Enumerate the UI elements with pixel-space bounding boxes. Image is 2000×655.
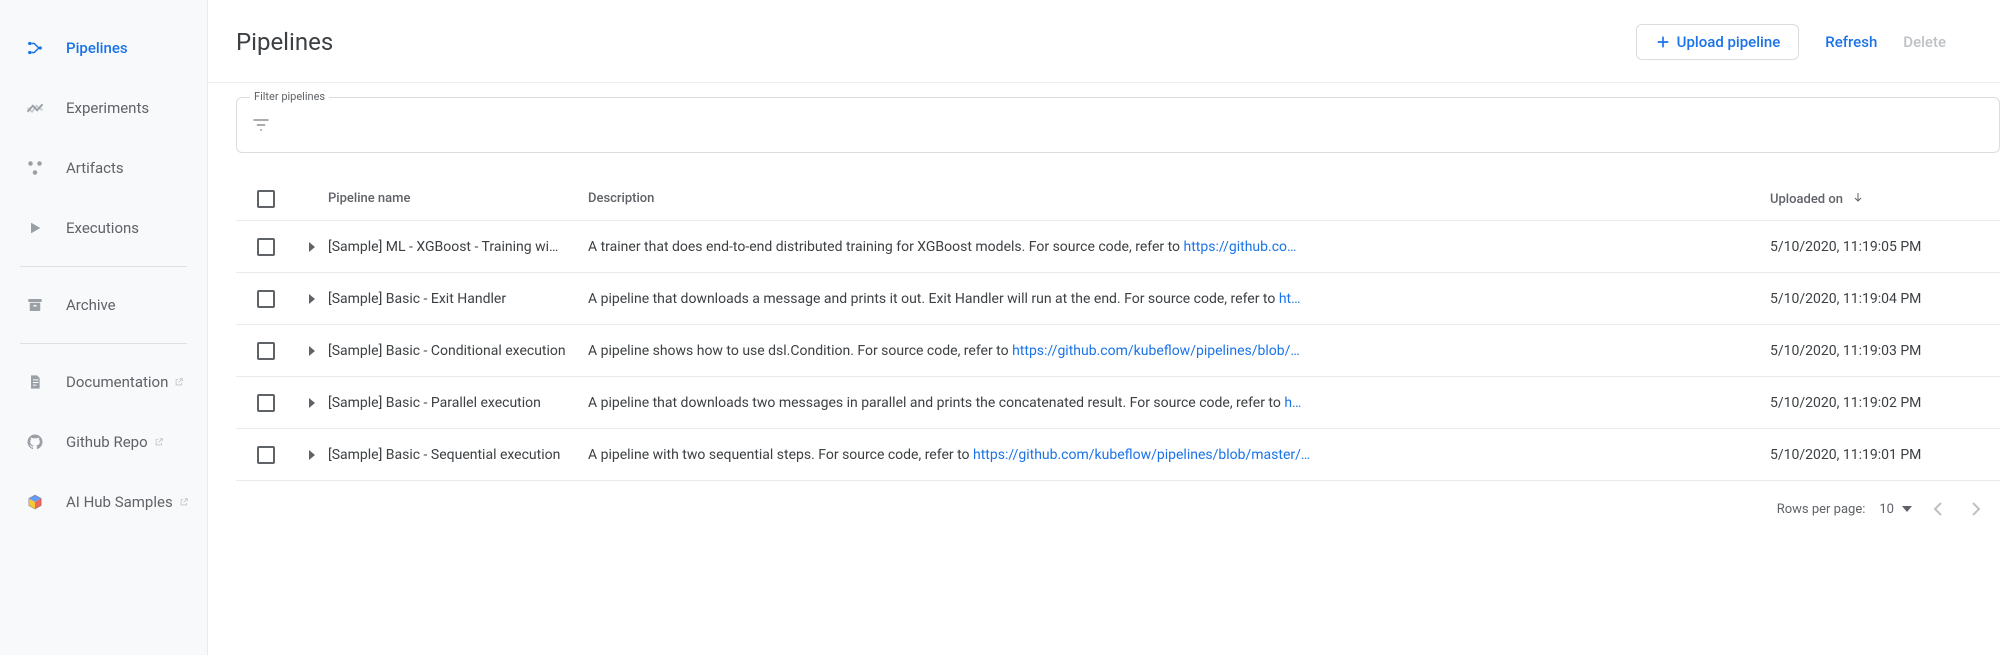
- source-link[interactable]: https://github.com/kubeflow/pipelines/bl…: [1012, 343, 1300, 359]
- sidebar-item-artifacts[interactable]: Artifacts: [0, 138, 207, 198]
- column-description[interactable]: Description: [588, 191, 1770, 206]
- pipeline-description: A pipeline shows how to use dsl.Conditio…: [588, 343, 1770, 359]
- sidebar-item-label: Archive: [66, 296, 116, 314]
- rows-per-page-label: Rows per page:: [1777, 502, 1866, 517]
- chevron-down-icon: [1902, 506, 1912, 512]
- sidebar-item-label: Pipelines: [66, 39, 128, 57]
- pagination: Rows per page: 10: [236, 481, 2000, 537]
- select-all-checkbox[interactable]: [257, 190, 275, 208]
- pipeline-name[interactable]: [Sample] Basic - Conditional execution: [328, 343, 588, 359]
- pipeline-description: A pipeline with two sequential steps. Fo…: [588, 447, 1770, 463]
- filter-label: Filter pipelines: [250, 90, 329, 103]
- rows-per-page-value: 10: [1879, 502, 1894, 517]
- sidebar-item-experiments[interactable]: Experiments: [0, 78, 207, 138]
- pipeline-name[interactable]: [Sample] Basic - Exit Handler: [328, 291, 588, 307]
- sidebar-item-label: AI Hub Samples: [66, 493, 173, 511]
- main-content: Pipelines Upload pipeline Refresh Delete…: [208, 0, 2000, 655]
- sidebar-separator: [20, 343, 187, 344]
- row-checkbox[interactable]: [257, 446, 275, 464]
- row-checkbox[interactable]: [257, 394, 275, 412]
- table-row[interactable]: [Sample] ML - XGBoost - Training wi… A t…: [236, 221, 2000, 273]
- sidebar-item-label: Executions: [66, 219, 139, 237]
- row-checkbox[interactable]: [257, 238, 275, 256]
- expand-row-icon[interactable]: [309, 398, 315, 408]
- sidebar-item-executions[interactable]: Executions: [0, 198, 207, 258]
- pipeline-description: A pipeline that downloads a message and …: [588, 291, 1770, 307]
- row-checkbox[interactable]: [257, 342, 275, 360]
- pipeline-uploaded: 5/10/2020, 11:19:02 PM: [1770, 395, 2000, 411]
- expand-row-icon[interactable]: [309, 450, 315, 460]
- expand-row-icon[interactable]: [309, 242, 315, 252]
- upload-pipeline-label: Upload pipeline: [1677, 33, 1781, 51]
- sidebar-item-documentation[interactable]: Documentation: [0, 352, 207, 412]
- pipeline-name[interactable]: [Sample] Basic - Parallel execution: [328, 395, 588, 411]
- filter-input[interactable]: [236, 97, 2000, 153]
- source-link[interactable]: https://github.co…: [1184, 239, 1297, 255]
- upload-pipeline-button[interactable]: Upload pipeline: [1636, 24, 1800, 60]
- ai-hub-icon: [24, 491, 46, 513]
- sidebar-item-archive[interactable]: Archive: [0, 275, 207, 335]
- column-uploaded[interactable]: Uploaded on: [1770, 191, 2000, 207]
- column-name[interactable]: Pipeline name: [328, 191, 588, 206]
- source-link[interactable]: ht…: [1279, 291, 1301, 307]
- filter-icon: [251, 117, 271, 133]
- chevron-left-icon: [1933, 502, 1943, 516]
- source-link[interactable]: h…: [1284, 395, 1301, 411]
- github-icon: [24, 431, 46, 453]
- documentation-icon: [24, 371, 46, 393]
- plus-icon: [1655, 34, 1671, 50]
- next-page-button[interactable]: [1964, 497, 1988, 521]
- sidebar: Pipelines Experiments Artifacts Executio…: [0, 0, 208, 655]
- sidebar-item-label: Experiments: [66, 99, 149, 117]
- sidebar-item-label: Artifacts: [66, 159, 124, 177]
- pipelines-icon: [24, 37, 46, 59]
- sidebar-item-ai-hub-samples[interactable]: AI Hub Samples: [0, 472, 207, 532]
- executions-icon: [24, 217, 46, 239]
- expand-row-icon[interactable]: [309, 346, 315, 356]
- page-title: Pipelines: [236, 28, 1636, 56]
- pipeline-uploaded: 5/10/2020, 11:19:03 PM: [1770, 343, 2000, 359]
- archive-icon: [24, 294, 46, 316]
- prev-page-button[interactable]: [1926, 497, 1950, 521]
- sidebar-separator: [20, 266, 187, 267]
- external-link-icon: [154, 437, 164, 447]
- topbar: Pipelines Upload pipeline Refresh Delete: [208, 0, 2000, 83]
- row-checkbox[interactable]: [257, 290, 275, 308]
- pipeline-description: A pipeline that downloads two messages i…: [588, 395, 1770, 411]
- pipeline-name[interactable]: [Sample] Basic - Sequential execution: [328, 447, 588, 463]
- table-header: Pipeline name Description Uploaded on: [236, 177, 2000, 221]
- chevron-right-icon: [1971, 502, 1981, 516]
- pipeline-uploaded: 5/10/2020, 11:19:05 PM: [1770, 239, 2000, 255]
- sort-descending-icon: [1852, 191, 1864, 207]
- refresh-button[interactable]: Refresh: [1825, 33, 1877, 51]
- pipeline-description: A trainer that does end-to-end distribut…: [588, 239, 1770, 255]
- pipeline-uploaded: 5/10/2020, 11:19:01 PM: [1770, 447, 2000, 463]
- sidebar-item-pipelines[interactable]: Pipelines: [0, 18, 207, 78]
- artifacts-icon: [24, 157, 46, 179]
- table-row[interactable]: [Sample] Basic - Parallel execution A pi…: [236, 377, 2000, 429]
- external-link-icon: [179, 497, 189, 507]
- experiments-icon: [24, 97, 46, 119]
- source-link[interactable]: https://github.com/kubeflow/pipelines/bl…: [973, 447, 1310, 463]
- expand-row-icon[interactable]: [309, 294, 315, 304]
- pipeline-uploaded: 5/10/2020, 11:19:04 PM: [1770, 291, 2000, 307]
- table-row[interactable]: [Sample] Basic - Sequential execution A …: [236, 429, 2000, 481]
- filter-wrap: Filter pipelines: [236, 97, 2000, 153]
- pipelines-table: Pipeline name Description Uploaded on [S…: [236, 177, 2000, 537]
- column-uploaded-label: Uploaded on: [1770, 192, 1843, 207]
- sidebar-item-label: Github Repo: [66, 433, 148, 451]
- rows-per-page-select[interactable]: 10: [1879, 502, 1912, 517]
- table-row[interactable]: [Sample] Basic - Conditional execution A…: [236, 325, 2000, 377]
- sidebar-item-label: Documentation: [66, 373, 168, 391]
- pipeline-name[interactable]: [Sample] ML - XGBoost - Training wi…: [328, 239, 588, 255]
- sidebar-item-github-repo[interactable]: Github Repo: [0, 412, 207, 472]
- table-row[interactable]: [Sample] Basic - Exit Handler A pipeline…: [236, 273, 2000, 325]
- external-link-icon: [174, 377, 184, 387]
- delete-button: Delete: [1903, 33, 1946, 51]
